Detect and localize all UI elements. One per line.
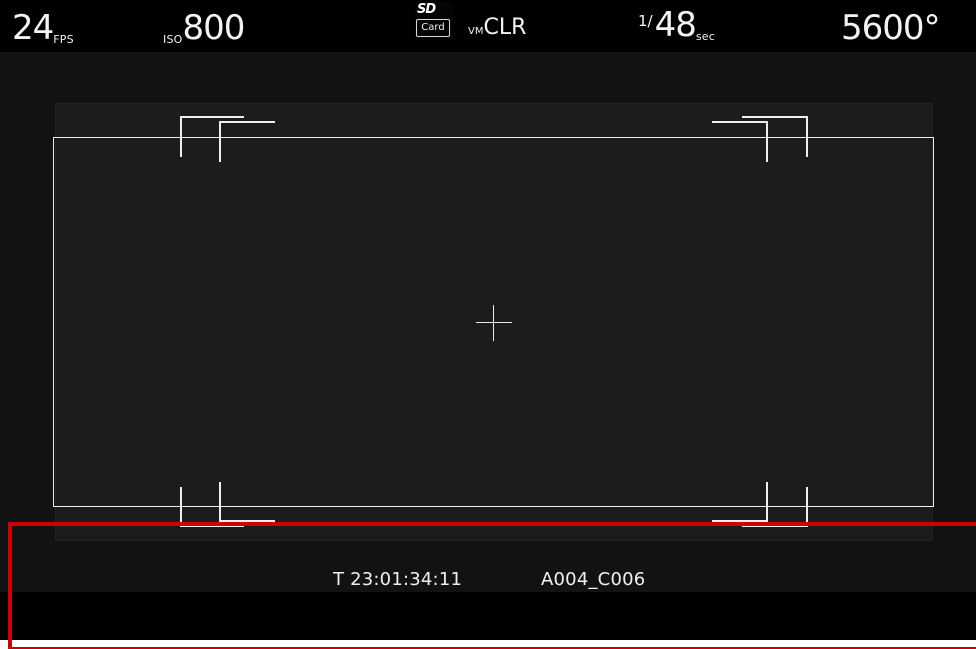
shutter-fraction: 1/ <box>638 12 653 30</box>
iso-display: ISO800 <box>163 8 246 48</box>
fps-display: 24FPS <box>12 11 74 45</box>
clip-name-display: A004_C006 <box>541 569 646 590</box>
sd-card-label: Card <box>416 19 450 37</box>
center-crosshair-icon <box>476 305 512 341</box>
top-status-bar: 24FPS ISO800 SD Card VMCLR 1/48sec 5600° <box>0 0 976 52</box>
bottom-right-outer-corner-guide <box>742 487 808 527</box>
bottom-left-inner-corner-guide <box>219 482 275 522</box>
sd-card-indicator: SD Card <box>415 2 453 40</box>
camera-monitor-screen: 24FPS ISO800 SD Card VMCLR 1/48sec 5600°… <box>0 0 976 640</box>
view-mode-label: VM <box>468 26 484 37</box>
view-mode-display: VMCLR <box>468 17 526 39</box>
fps-value: 24 <box>12 8 54 48</box>
shutter-value: 48 <box>654 5 697 45</box>
fps-unit: FPS <box>53 33 74 46</box>
bottom-black-bar <box>0 592 976 640</box>
view-mode-value: CLR <box>483 15 527 40</box>
sd-card-icon: SD Card <box>415 2 453 40</box>
white-balance-display: 5600° <box>841 8 941 48</box>
top-right-outer-corner-guide <box>742 116 808 157</box>
shutter-display: 1/48sec <box>638 8 715 42</box>
iso-label: ISO <box>163 33 183 46</box>
sd-logo: SD <box>417 2 436 17</box>
shutter-unit: sec <box>695 30 716 43</box>
top-left-inner-corner-guide <box>219 121 275 162</box>
timecode-display: T 23:01:34:11 <box>333 569 463 590</box>
iso-value: 800 <box>182 8 246 48</box>
bottom-status-band <box>0 542 976 592</box>
